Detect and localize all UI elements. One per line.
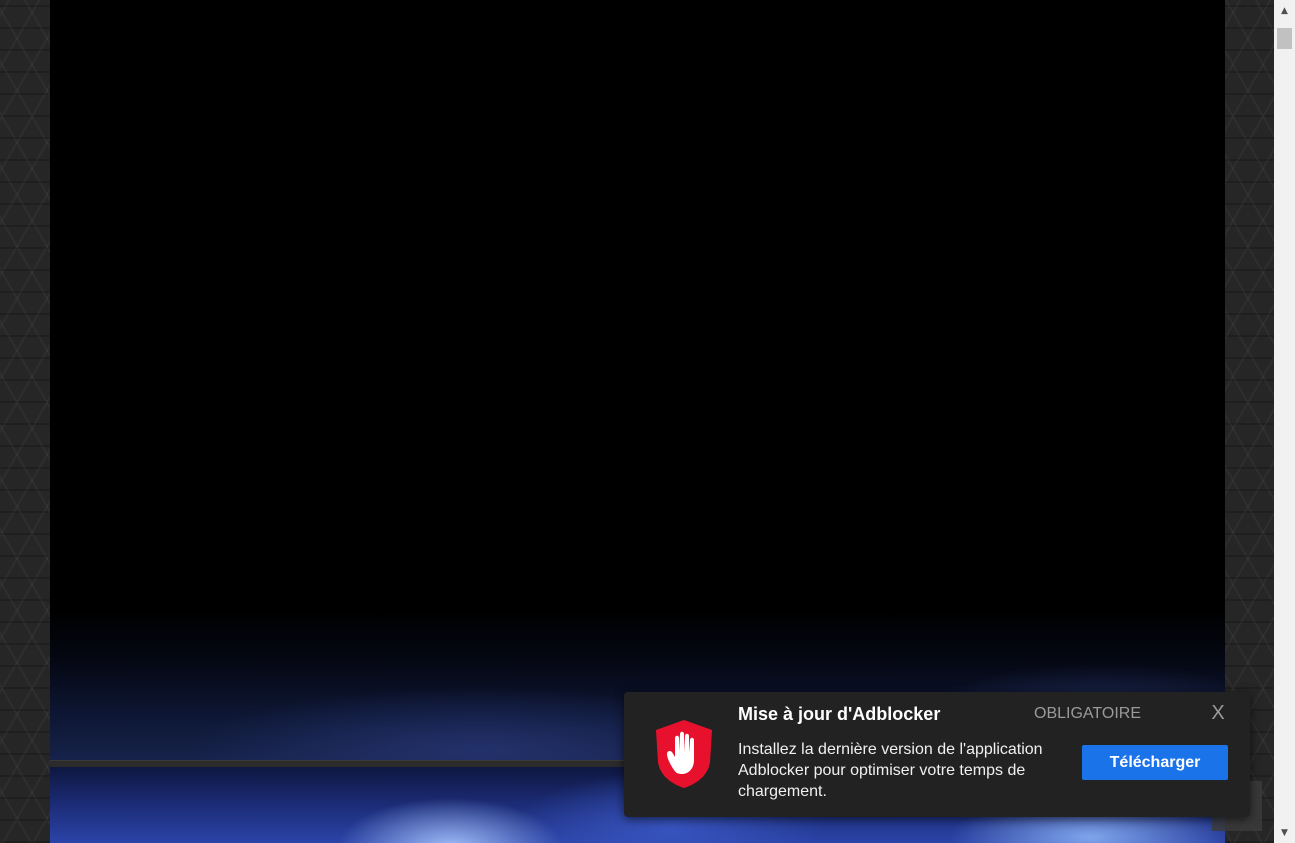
- close-button[interactable]: X: [1208, 702, 1228, 726]
- download-button[interactable]: Télécharger: [1082, 745, 1228, 780]
- scroll-up-icon[interactable]: ▲: [1274, 0, 1295, 21]
- mandatory-label: OBLIGATOIRE: [1034, 705, 1141, 722]
- manga-page-image: EDITORS GABRIELLE LUU & AZWAN: [50, 0, 1225, 760]
- adblocker-notification: Mise à jour d'Adblocker OBLIGATOIRE X In…: [624, 692, 1250, 817]
- notification-title: Mise à jour d'Adblocker: [738, 704, 941, 724]
- page-scrollbar[interactable]: ▲ ▼: [1274, 0, 1295, 843]
- scroll-down-icon[interactable]: ▼: [1274, 822, 1295, 843]
- notification-message: Installez la dernière version de l'appli…: [738, 741, 1043, 800]
- credits-names: GABRIELLE LUU & AZWAN: [516, 0, 759, 19]
- scrollbar-thumb[interactable]: [1277, 28, 1292, 49]
- hand-shield-icon: [656, 720, 712, 788]
